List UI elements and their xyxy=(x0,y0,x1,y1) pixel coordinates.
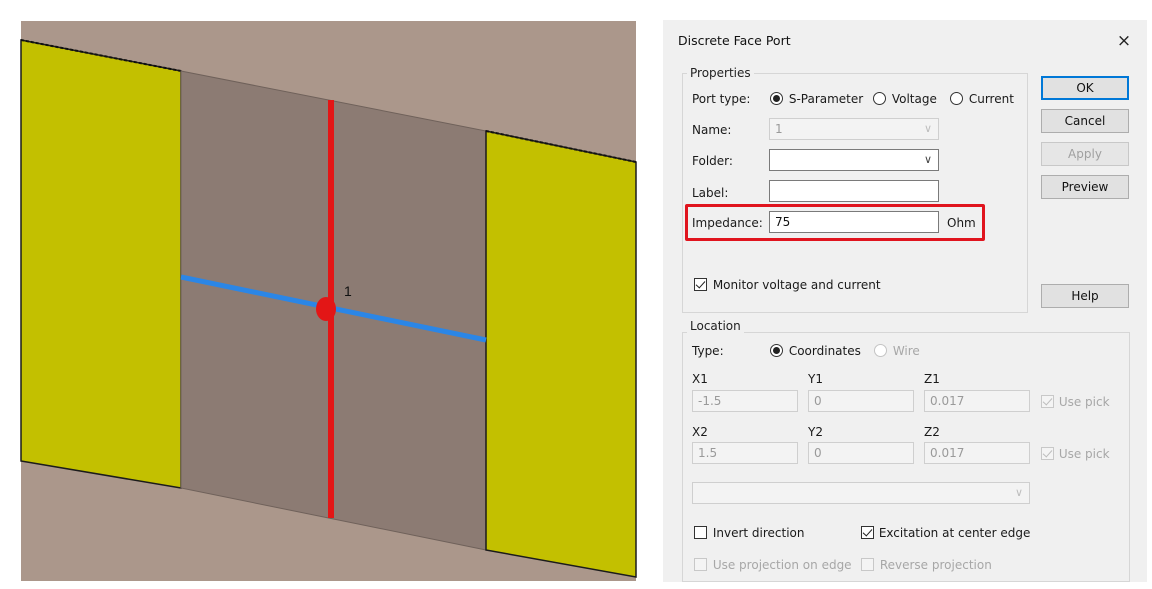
radio-voltage-icon xyxy=(873,92,886,105)
use-pick-1-check-icon xyxy=(1041,395,1054,408)
radio-wire-icon xyxy=(874,344,887,357)
z1-label: Z1 xyxy=(924,372,940,386)
location-legend: Location xyxy=(687,319,744,333)
use-projection-label: Use projection on edge xyxy=(712,558,852,572)
port-marker[interactable] xyxy=(316,297,336,321)
wire-option-label: Wire xyxy=(892,344,920,358)
radio-coordinates-icon xyxy=(770,344,783,357)
use-pick-1-label: Use pick xyxy=(1058,395,1110,409)
y2-input[interactable]: 0 xyxy=(808,442,914,464)
z1-input[interactable]: 0.017 xyxy=(924,390,1030,412)
excitation-center-checkbox[interactable]: Excitation at center edge xyxy=(861,526,1030,540)
model-view[interactable]: 1 xyxy=(0,0,648,589)
discrete-face-port-dialog: Discrete Face Port × Properties Port typ… xyxy=(663,20,1147,582)
excitation-check-icon xyxy=(861,526,874,539)
impedance-unit: Ohm xyxy=(947,216,976,230)
reverse-projection-check-icon xyxy=(861,558,874,571)
port-type-voltage-radio[interactable]: Voltage xyxy=(873,92,937,106)
apply-button[interactable]: Apply xyxy=(1041,142,1129,166)
folder-label: Folder: xyxy=(692,154,733,168)
monitor-label: Monitor voltage and current xyxy=(712,278,881,292)
left-conductor[interactable] xyxy=(20,39,182,489)
use-pick-2-label: Use pick xyxy=(1058,447,1110,461)
port-type-current-radio[interactable]: Current xyxy=(950,92,1014,106)
properties-legend: Properties xyxy=(687,66,754,80)
pick-combo[interactable]: ∨ xyxy=(692,482,1030,504)
monitor-check-icon xyxy=(694,278,707,291)
label-input[interactable] xyxy=(769,180,939,202)
current-option-label: Current xyxy=(968,92,1014,106)
x2-label: X2 xyxy=(692,425,708,439)
reverse-projection-checkbox[interactable]: Reverse projection xyxy=(861,558,992,572)
cancel-button[interactable]: Cancel xyxy=(1041,109,1129,133)
use-pick-1-checkbox[interactable]: Use pick xyxy=(1041,395,1110,409)
radio-sparameter-icon xyxy=(770,92,783,105)
use-pick-2-checkbox[interactable]: Use pick xyxy=(1041,447,1110,461)
y1-label: Y1 xyxy=(808,372,823,386)
y2-label: Y2 xyxy=(808,425,823,439)
coordinates-option-label: Coordinates xyxy=(788,344,861,358)
right-conductor[interactable] xyxy=(485,130,637,578)
z2-input[interactable]: 0.017 xyxy=(924,442,1030,464)
radio-current-icon xyxy=(950,92,963,105)
z2-label: Z2 xyxy=(924,425,940,439)
ok-button[interactable]: OK xyxy=(1041,76,1129,100)
type-coordinates-radio[interactable]: Coordinates xyxy=(770,344,861,358)
y1-input[interactable]: 0 xyxy=(808,390,914,412)
impedance-input[interactable]: 75 xyxy=(769,211,939,233)
dialog-title: Discrete Face Port xyxy=(678,33,791,48)
close-icon[interactable]: × xyxy=(1111,28,1137,54)
use-pick-2-check-icon xyxy=(1041,447,1054,460)
type-wire-radio[interactable]: Wire xyxy=(874,344,920,358)
invert-check-icon xyxy=(694,526,707,539)
port-type-label: Port type: xyxy=(692,92,751,106)
impedance-label: Impedance: xyxy=(692,216,763,230)
folder-combo[interactable]: ∨ xyxy=(769,149,939,171)
preview-button[interactable]: Preview xyxy=(1041,175,1129,199)
reverse-projection-label: Reverse projection xyxy=(879,558,992,572)
name-value: 1 xyxy=(775,122,783,136)
name-combo[interactable]: 1 ∨ xyxy=(769,118,939,140)
voltage-option-label: Voltage xyxy=(891,92,937,106)
use-projection-check-icon xyxy=(694,558,707,571)
x1-label: X1 xyxy=(692,372,708,386)
label-label: Label: xyxy=(692,186,729,200)
x2-input[interactable]: 1.5 xyxy=(692,442,798,464)
port-type-sparameter-radio[interactable]: S-Parameter xyxy=(770,92,863,106)
name-label: Name: xyxy=(692,123,732,137)
invert-direction-checkbox[interactable]: Invert direction xyxy=(694,526,805,540)
location-type-label: Type: xyxy=(692,344,724,358)
x1-input[interactable]: -1.5 xyxy=(692,390,798,412)
chevron-down-icon: ∨ xyxy=(923,122,932,135)
port-number-label: 1 xyxy=(344,283,352,299)
use-projection-checkbox[interactable]: Use projection on edge xyxy=(694,558,852,572)
chevron-down-icon: ∨ xyxy=(923,153,932,166)
invert-direction-label: Invert direction xyxy=(712,526,805,540)
help-button[interactable]: Help xyxy=(1041,284,1129,308)
3d-viewport[interactable]: 1 xyxy=(0,0,648,589)
chevron-down-icon: ∨ xyxy=(1014,486,1023,499)
sparameter-option-label: S-Parameter xyxy=(788,92,864,106)
excitation-center-label: Excitation at center edge xyxy=(878,526,1031,540)
monitor-checkbox[interactable]: Monitor voltage and current xyxy=(694,278,881,292)
